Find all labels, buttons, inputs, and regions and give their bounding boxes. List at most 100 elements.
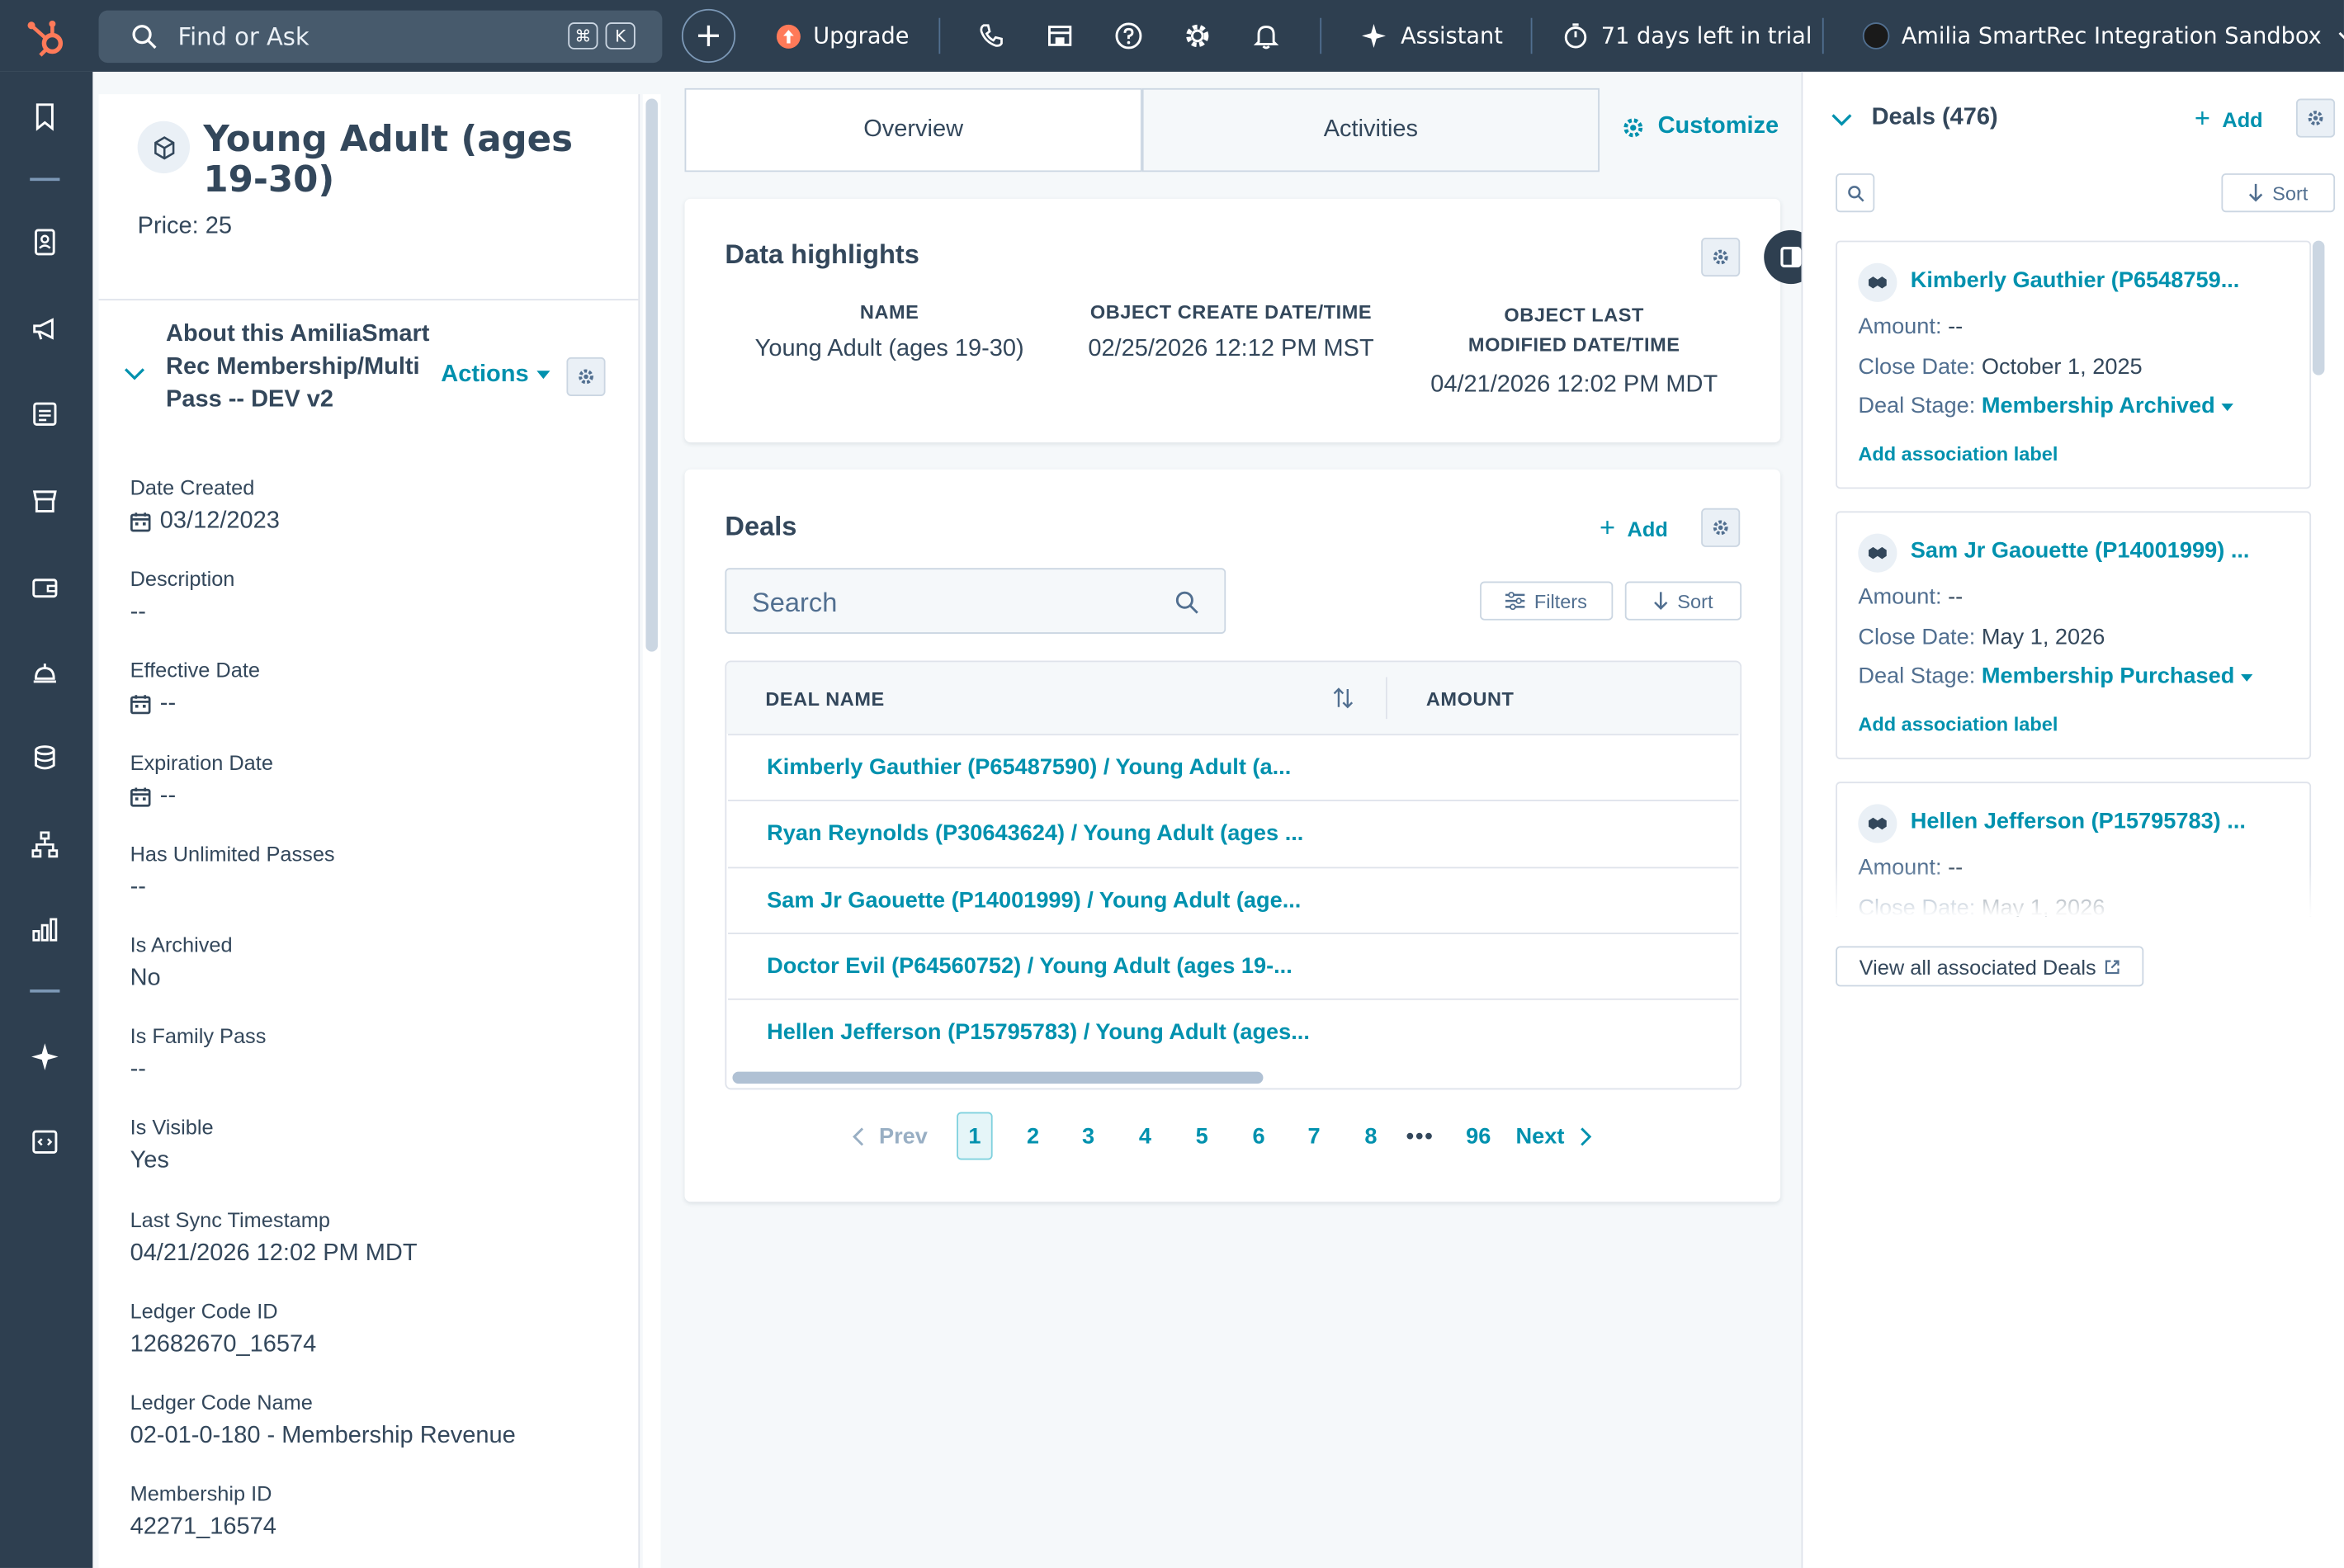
- deal-name-link[interactable]: Hellen Jefferson (P15795783) ...: [1911, 809, 2246, 834]
- property-value[interactable]: Yes: [130, 1149, 169, 1176]
- deals-section-title[interactable]: Deals (476): [1872, 105, 1998, 132]
- sort-arrows-icon[interactable]: [1333, 687, 1354, 709]
- tab-activities[interactable]: Activities: [1141, 87, 1600, 172]
- cube-icon: [154, 135, 174, 159]
- sparkle-icon[interactable]: [30, 1041, 59, 1071]
- contacts-icon[interactable]: [30, 227, 59, 257]
- section-settings-button[interactable]: [566, 357, 606, 396]
- upgrade-label: Upgrade: [813, 22, 910, 50]
- deal-name-link[interactable]: Sam Jr Gaouette (P14001999) / Young Adul…: [767, 887, 1301, 913]
- page-button[interactable]: 8: [1353, 1112, 1388, 1160]
- account-menu[interactable]: Amilia SmartRec Integration Sandbox: [1862, 0, 2344, 72]
- create-new-button[interactable]: +: [681, 8, 736, 64]
- property-value-text: No: [130, 966, 161, 991]
- property-value[interactable]: --: [130, 691, 176, 718]
- add-deal-button[interactable]: + Add: [1600, 512, 1668, 544]
- marketing-megaphone-icon[interactable]: [30, 314, 59, 343]
- add-association-button[interactable]: + Add: [2195, 103, 2263, 135]
- settings-gear-icon[interactable]: [1183, 21, 1212, 50]
- property-value[interactable]: --: [130, 600, 146, 627]
- page-button[interactable]: 3: [1070, 1112, 1106, 1160]
- property-value[interactable]: 04/21/2026 12:02 PM MDT: [130, 1240, 418, 1268]
- property-value-text: 04/21/2026 12:02 PM MDT: [130, 1240, 418, 1266]
- left-panel-scrollbar-thumb[interactable]: [645, 98, 658, 652]
- developer-code-icon[interactable]: [30, 1127, 59, 1157]
- property-value[interactable]: --: [130, 1057, 146, 1084]
- price-value: 25: [205, 214, 233, 239]
- view-all-deals-button[interactable]: View all associated Deals: [1836, 946, 2144, 987]
- service-bell-icon[interactable]: [30, 658, 59, 687]
- page-button[interactable]: 96: [1459, 1112, 1498, 1160]
- deal-name-link[interactable]: Kimberly Gauthier (P6548759...: [1911, 267, 2240, 293]
- deal-name-link[interactable]: Doctor Evil (P64560752) / Young Adult (a…: [767, 953, 1293, 979]
- page-1-button-current[interactable]: 1: [957, 1112, 993, 1160]
- page-button[interactable]: 7: [1296, 1112, 1331, 1160]
- close-label: Close Date:: [1858, 625, 1976, 650]
- property-value[interactable]: No: [130, 966, 161, 993]
- page-button[interactable]: 2: [1015, 1112, 1051, 1160]
- column-header-amount[interactable]: AMOUNT: [1426, 687, 1515, 710]
- deals-search-input[interactable]: Search: [725, 568, 1226, 634]
- property-label: Ledger Code ID: [130, 1298, 278, 1323]
- reporting-chart-icon[interactable]: [30, 914, 59, 944]
- global-search-input[interactable]: Find or Ask ⌘ K: [98, 10, 663, 64]
- customize-button[interactable]: Customize: [1622, 114, 1779, 141]
- add-association-label-link[interactable]: Add association label: [1858, 713, 2058, 735]
- prev-page-button[interactable]: Prev: [852, 1112, 928, 1160]
- bookmark-icon[interactable]: [30, 102, 59, 131]
- property-label: Description: [130, 566, 235, 591]
- automation-workflow-icon[interactable]: [30, 829, 59, 859]
- trial-status-button[interactable]: 71 days left in trial: [1562, 0, 1812, 72]
- divider: [1530, 17, 1533, 54]
- add-association-label-link[interactable]: Add association label: [1858, 442, 2058, 465]
- database-icon[interactable]: [30, 743, 59, 772]
- about-section-title[interactable]: About this AmiliaSmartRec Membership/Mul…: [166, 319, 432, 418]
- chevron-down-icon[interactable]: [1831, 112, 1852, 127]
- table-row: Doctor Evil (P64560752) / Young Adult (a…: [728, 932, 1739, 999]
- card-settings-button[interactable]: [1701, 508, 1741, 547]
- property-value[interactable]: 12682670_16574: [130, 1331, 317, 1358]
- sidebar-sort-button[interactable]: Sort: [2221, 173, 2336, 213]
- actions-dropdown[interactable]: Actions: [441, 361, 550, 389]
- upgrade-button[interactable]: Upgrade: [776, 0, 909, 72]
- commerce-store-icon[interactable]: [30, 486, 59, 516]
- page-button[interactable]: 6: [1241, 1112, 1276, 1160]
- amount-label: Amount:: [1858, 314, 1942, 340]
- chevron-down-icon[interactable]: [124, 366, 145, 381]
- tab-overview[interactable]: Overview: [684, 87, 1142, 172]
- property-value[interactable]: 42271_16574: [130, 1514, 276, 1542]
- wallet-icon[interactable]: [30, 573, 59, 602]
- section-settings-button[interactable]: [2296, 98, 2336, 138]
- assistant-button[interactable]: Assistant: [1360, 0, 1503, 72]
- marketplace-icon[interactable]: [1045, 21, 1075, 50]
- add-label: Add: [2222, 106, 2263, 131]
- deal-name-link[interactable]: Ryan Reynolds (P30643624) / Young Adult …: [767, 821, 1303, 847]
- deal-name-link[interactable]: Hellen Jefferson (P15795783) / Young Adu…: [767, 1020, 1310, 1046]
- highlight-label: NAME: [859, 300, 919, 324]
- hubspot-logo-icon[interactable]: [24, 15, 69, 59]
- page-button[interactable]: 4: [1127, 1112, 1163, 1160]
- content-icon[interactable]: [30, 399, 59, 429]
- deal-name-link[interactable]: Kimberly Gauthier (P65487590) / Young Ad…: [767, 755, 1291, 781]
- phone-icon[interactable]: [976, 21, 1006, 50]
- table-horizontal-scrollbar[interactable]: [732, 1071, 1264, 1084]
- page-button[interactable]: 5: [1184, 1112, 1219, 1160]
- deal-stage-dropdown[interactable]: Membership Archived: [1982, 393, 2233, 418]
- deal-stage-dropdown[interactable]: Membership Purchased: [1982, 664, 2253, 689]
- property-value[interactable]: 02-01-0-180 - Membership Revenue: [130, 1423, 516, 1450]
- column-header-deal-name[interactable]: DEAL NAME: [765, 687, 884, 710]
- deal-name-link[interactable]: Sam Jr Gaouette (P14001999) ...: [1911, 538, 2250, 564]
- help-icon[interactable]: [1113, 21, 1143, 50]
- card-settings-button[interactable]: [1701, 237, 1741, 277]
- property-value[interactable]: 03/12/2023: [130, 508, 280, 536]
- notifications-bell-icon[interactable]: [1251, 21, 1281, 50]
- left-navigation-rail: [0, 71, 93, 1568]
- property-value[interactable]: --: [130, 782, 177, 810]
- next-page-button[interactable]: Next: [1516, 1112, 1591, 1160]
- property-value-text: --: [159, 782, 177, 809]
- sidebar-scrollbar-thumb[interactable]: [2312, 240, 2325, 375]
- sidebar-search-button[interactable]: [1836, 173, 1875, 213]
- filters-button[interactable]: Filters: [1480, 581, 1614, 621]
- property-value[interactable]: --: [130, 874, 146, 901]
- sort-button[interactable]: Sort: [1624, 581, 1742, 621]
